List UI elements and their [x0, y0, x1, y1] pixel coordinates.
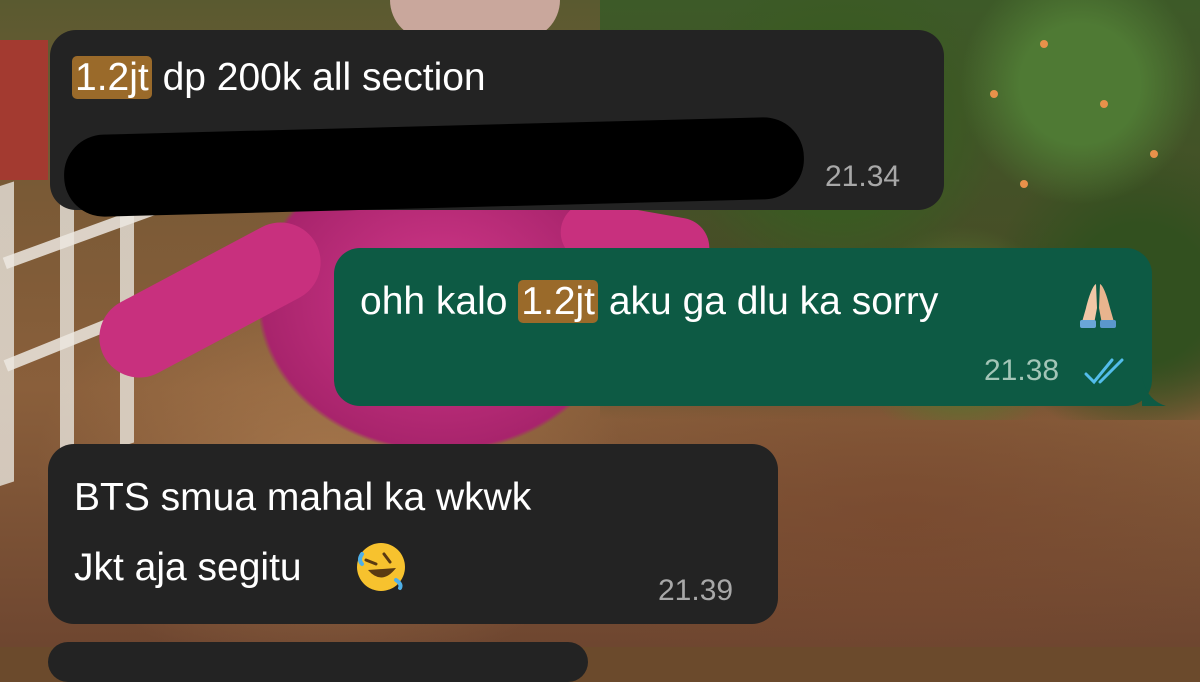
bubble-tail — [1142, 376, 1166, 406]
wallpaper-flower — [1020, 180, 1028, 188]
message-text: 1.2jt dp 200k all section — [72, 54, 486, 102]
message-timestamp: 21.39 — [658, 574, 734, 607]
message-text-line2: Jkt aja segitu — [74, 546, 302, 589]
read-receipt-icon — [1084, 358, 1124, 385]
message-text-line: Jkt aja segitu — [74, 544, 302, 592]
message-text-after: aku ga dlu ka sorry — [608, 280, 939, 323]
wallpaper-building — [0, 40, 48, 180]
rolling-laughing-icon — [357, 543, 405, 591]
wallpaper-flower — [1150, 150, 1158, 158]
folded-hands-icon — [1080, 284, 1116, 328]
message-bubble-outgoing[interactable]: ohh kalo 1.2jt aku ga dlu ka sorry 21.38 — [334, 248, 1166, 406]
redaction-mark — [63, 116, 805, 218]
message-text-before: ohh kalo — [360, 280, 508, 323]
highlighted-text: 1.2jt — [72, 56, 152, 99]
message-bubble-incoming[interactable]: BTS smua mahal ka wkwk Jkt aja segitu 21… — [48, 444, 778, 624]
wallpaper-flower — [1100, 100, 1108, 108]
message-text: ohh kalo 1.2jt aku ga dlu ka sorry — [360, 278, 938, 326]
wallpaper-flower — [990, 90, 998, 98]
highlighted-text: 1.2jt — [518, 280, 599, 323]
message-text-rest: dp 200k all section — [162, 56, 486, 99]
message-bubble-incoming[interactable]: 1.2jt dp 200k all section 21.34 — [50, 30, 944, 218]
message-text-line: BTS smua mahal ka wkwk — [74, 476, 532, 519]
message-bubble-partial[interactable] — [48, 642, 588, 682]
message-timestamp: 21.38 — [984, 354, 1060, 387]
wallpaper-flower — [1040, 40, 1048, 48]
message-timestamp: 21.34 — [825, 160, 901, 193]
